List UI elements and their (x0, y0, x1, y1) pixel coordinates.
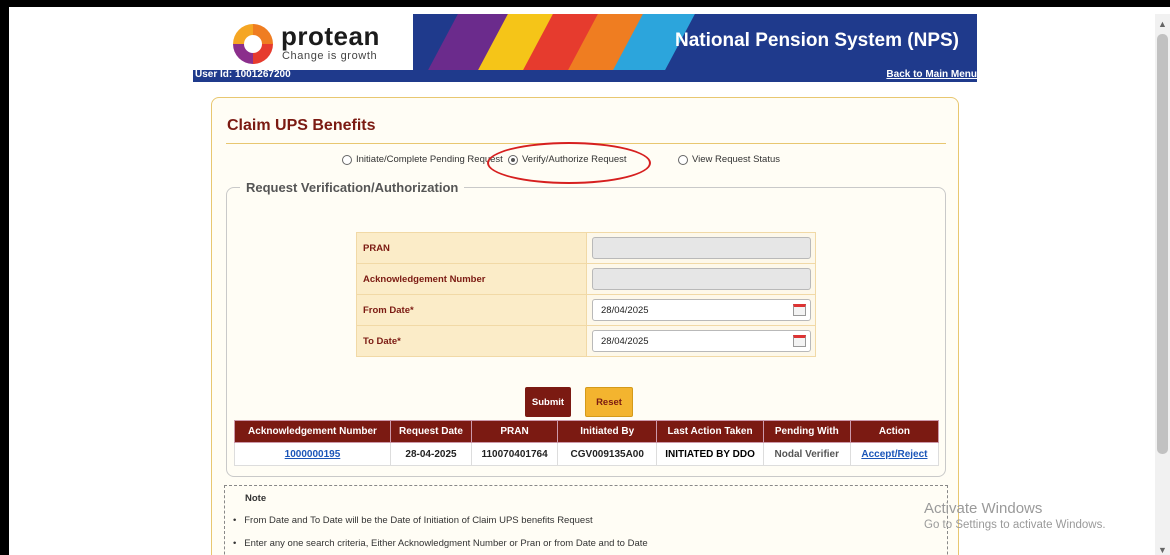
watermark-line1: Activate Windows (924, 500, 1043, 517)
note-item-text: From Date and To Date will be the Date o… (244, 515, 593, 526)
ack-number-label: Acknowledgement Number (356, 263, 587, 295)
user-bar: User Id: 1001267200 Back to Main Menu (193, 69, 977, 82)
column-header: Last Action Taken (656, 420, 764, 443)
radio-button[interactable] (342, 154, 352, 165)
back-to-main-menu-link[interactable]: Back to Main Menu (886, 69, 977, 80)
calendar-icon[interactable] (793, 304, 806, 316)
submit-button[interactable]: Submit (525, 387, 571, 417)
banner-title: National Pension System (NPS) (674, 30, 959, 51)
column-header: Action (849, 420, 940, 443)
column-header: Request Date (389, 420, 473, 443)
page-title: Claim UPS Benefits (227, 117, 376, 134)
from-date-cell: 28/04/2025 (586, 294, 816, 326)
initiated-by-cell: CGV009135A00 (557, 442, 658, 466)
radio-label: Initiate/Complete Pending Request (356, 154, 503, 165)
results-header-row: Acknowledgement Number Request Date PRAN… (234, 420, 940, 443)
last-action-cell: INITIATED BY DDO (656, 442, 764, 466)
form-row-from-date: From Date* 28/04/2025 (356, 294, 816, 326)
column-header: Pending With (762, 420, 851, 443)
pending-with-cell: Nodal Verifier (762, 442, 851, 466)
radio-view-status[interactable]: View Request Status (678, 154, 780, 165)
to-date-input[interactable]: 28/04/2025 (592, 330, 811, 352)
red-highlight-annotation (487, 142, 651, 184)
scroll-down-arrow-icon[interactable]: ▼ (1158, 545, 1167, 555)
claim-ups-card: Claim UPS Benefits Initiate/Complete Pen… (211, 97, 959, 555)
radio-initiate-request[interactable]: Initiate/Complete Pending Request (342, 154, 503, 165)
calendar-icon[interactable] (793, 335, 806, 347)
column-header: PRAN (471, 420, 559, 443)
form-row-pran: PRAN (356, 232, 816, 264)
user-id-label: User Id: 1001267200 (195, 69, 291, 80)
watermark-line2: Go to Settings to activate Windows. (924, 519, 1106, 531)
results-table: Acknowledgement Number Request Date PRAN… (234, 420, 940, 466)
scrollbar-thumb[interactable] (1157, 34, 1168, 454)
from-date-label: From Date* (356, 294, 587, 326)
site-header-banner: protean Change is growth National Pensio… (193, 14, 977, 70)
section-legend: Request Verification/Authorization (240, 180, 465, 195)
form-row-ack: Acknowledgement Number (356, 263, 816, 295)
table-row: 1000000195 28-04-2025 110070401764 CGV00… (234, 442, 940, 466)
radio-label: View Request Status (692, 154, 781, 165)
ack-number-input[interactable] (592, 268, 811, 290)
ack-number-link[interactable]: 1000000195 (234, 442, 391, 466)
column-header: Acknowledgement Number (234, 420, 391, 443)
logo: protean Change is growth (193, 14, 413, 70)
logo-tagline: Change is growth (282, 50, 378, 62)
radio-button[interactable] (678, 154, 688, 165)
column-header: Initiated By (557, 420, 658, 443)
pran-cell-value: 110070401764 (471, 442, 559, 466)
note-box: Note • From Date and To Date will be the… (224, 485, 948, 555)
vertical-scrollbar[interactable]: ▲ ▼ (1155, 14, 1170, 555)
pran-label: PRAN (356, 232, 587, 264)
window-top-border (0, 0, 1170, 7)
note-title: Note (245, 493, 267, 504)
page-content: protean Change is growth National Pensio… (193, 14, 977, 555)
pran-cell (586, 232, 816, 264)
form-row-to-date: To Date* 28/04/2025 (356, 325, 816, 357)
ack-cell (586, 263, 816, 295)
protean-logo-icon (233, 24, 273, 64)
from-date-input[interactable]: 28/04/2025 (592, 299, 811, 321)
pran-input[interactable] (592, 237, 811, 259)
note-item-text: Enter any one search criteria, Either Ac… (244, 538, 648, 549)
note-item: • Enter any one search criteria, Either … (233, 538, 648, 549)
activate-windows-watermark: Activate Windows Go to Settings to activ… (924, 500, 1106, 531)
logo-text: protean (281, 21, 380, 51)
to-date-cell: 28/04/2025 (586, 325, 816, 357)
search-form-table: PRAN Acknowledgement Number From Date* 2… (356, 232, 816, 357)
from-date-value: 28/04/2025 (601, 304, 649, 316)
accept-reject-link[interactable]: Accept/Reject (849, 442, 940, 466)
reset-button[interactable]: Reset (585, 387, 633, 417)
request-date-cell: 28-04-2025 (389, 442, 473, 466)
window-left-border (0, 0, 9, 555)
note-item: • From Date and To Date will be the Date… (233, 515, 593, 526)
browser-viewport: protean Change is growth National Pensio… (0, 0, 1170, 555)
to-date-value: 28/04/2025 (601, 335, 649, 347)
scroll-up-arrow-icon[interactable]: ▲ (1158, 19, 1167, 29)
to-date-label: To Date* (356, 325, 587, 357)
